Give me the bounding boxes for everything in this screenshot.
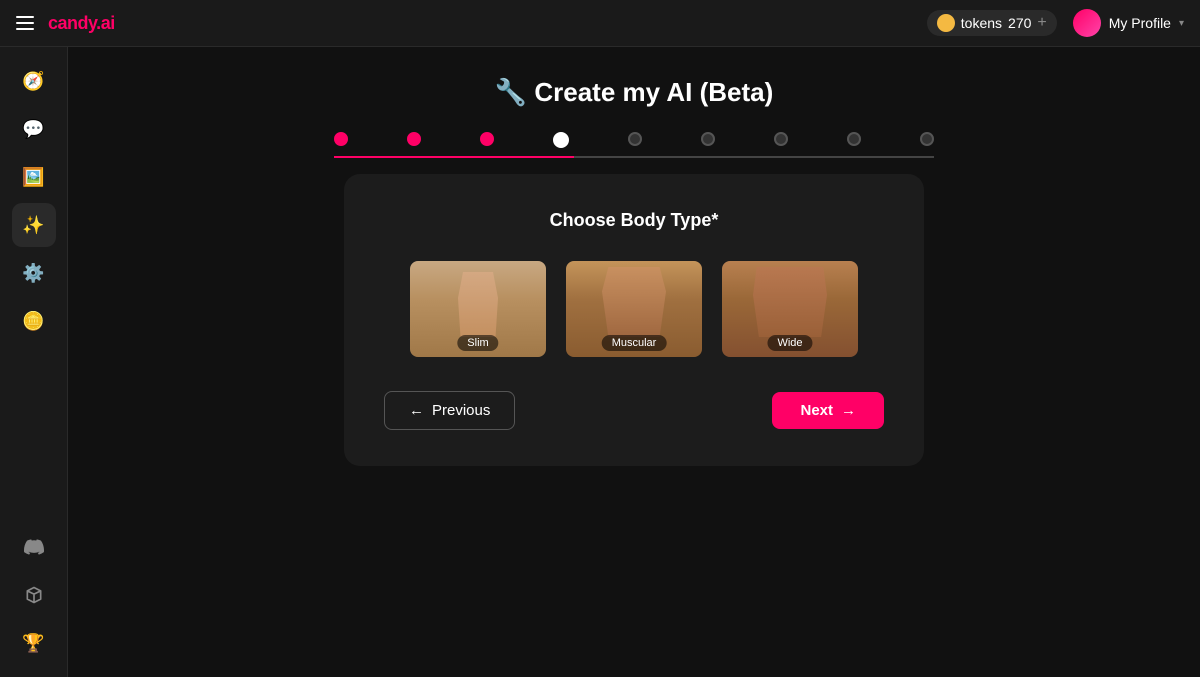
arrow-left-icon: ←: [409, 402, 424, 419]
previous-label: Previous: [432, 402, 490, 419]
previous-button[interactable]: ← Previous: [384, 391, 515, 430]
sidebar-item-leaderboard[interactable]: 🏆: [12, 621, 56, 665]
progress-dots: [334, 132, 934, 148]
wide-torso: [753, 267, 827, 337]
sidebar-item-discover[interactable]: 🧭: [12, 59, 56, 103]
body-type-muscular[interactable]: Muscular: [564, 259, 704, 359]
progress-track: [334, 156, 934, 158]
progress-dot-9: [920, 132, 934, 146]
progress-dot-7: [774, 132, 788, 146]
tokens-badge[interactable]: tokens 270 +: [927, 10, 1057, 36]
sidebar-item-referral[interactable]: [12, 573, 56, 617]
progress-dot-6: [701, 132, 715, 146]
progress-dot-1: [334, 132, 348, 146]
body-type-options: Slim Muscular Wide: [384, 259, 884, 359]
progress-fill: [334, 156, 574, 158]
body-type-wide[interactable]: Wide: [720, 259, 860, 359]
sidebar: 🧭 💬 🖼️ ✨ ⚙️ 🪙 🏆: [0, 47, 68, 677]
card-title: Choose Body Type*: [384, 210, 884, 231]
body-type-card: Choose Body Type* Slim Muscular: [344, 174, 924, 466]
progress-dot-3: [480, 132, 494, 146]
main-layout: 🧭 💬 🖼️ ✨ ⚙️ 🪙 🏆 🔧 Create my AI (Beta): [0, 47, 1200, 677]
next-label: Next: [800, 402, 833, 419]
slim-label: Slim: [457, 335, 498, 351]
progress-dot-8: [847, 132, 861, 146]
sidebar-item-tokens[interactable]: 🪙: [12, 299, 56, 343]
body-type-slim[interactable]: Slim: [408, 259, 548, 359]
tokens-count: 270: [1008, 15, 1031, 31]
wide-label: Wide: [767, 335, 812, 351]
sidebar-item-chat[interactable]: 💬: [12, 107, 56, 151]
progress-dot-5: [628, 132, 642, 146]
token-coin-icon: [937, 14, 955, 32]
topnav-right: tokens 270 + My Profile ▾: [927, 9, 1184, 37]
sidebar-item-photos[interactable]: 🖼️: [12, 155, 56, 199]
sidebar-item-settings[interactable]: ⚙️: [12, 251, 56, 295]
progress-dot-2: [407, 132, 421, 146]
add-tokens-button[interactable]: +: [1037, 14, 1046, 32]
avatar: [1073, 9, 1101, 37]
muscular-label: Muscular: [602, 335, 667, 351]
content-area: 🔧 Create my AI (Beta) Choose Body Type*: [68, 47, 1200, 677]
progress-bar: [334, 132, 934, 150]
topnav-left: candy.ai: [16, 13, 115, 34]
topnav: candy.ai tokens 270 + My Profile ▾: [0, 0, 1200, 47]
tokens-label: tokens: [961, 15, 1002, 31]
menu-button[interactable]: [16, 16, 34, 30]
next-button[interactable]: Next →: [772, 392, 884, 429]
arrow-right-icon: →: [841, 402, 856, 419]
chevron-down-icon: ▾: [1179, 18, 1184, 29]
muscular-torso: [602, 267, 666, 337]
slim-torso: [453, 272, 503, 337]
profile-button[interactable]: My Profile ▾: [1073, 9, 1184, 37]
card-actions: ← Previous Next →: [384, 391, 884, 430]
progress-dot-4: [553, 132, 569, 148]
sidebar-item-discord[interactable]: [12, 525, 56, 569]
sidebar-item-create[interactable]: ✨: [12, 203, 56, 247]
app-logo: candy.ai: [48, 13, 115, 34]
page-title: 🔧 Create my AI (Beta): [495, 77, 773, 108]
profile-label: My Profile: [1109, 15, 1171, 31]
